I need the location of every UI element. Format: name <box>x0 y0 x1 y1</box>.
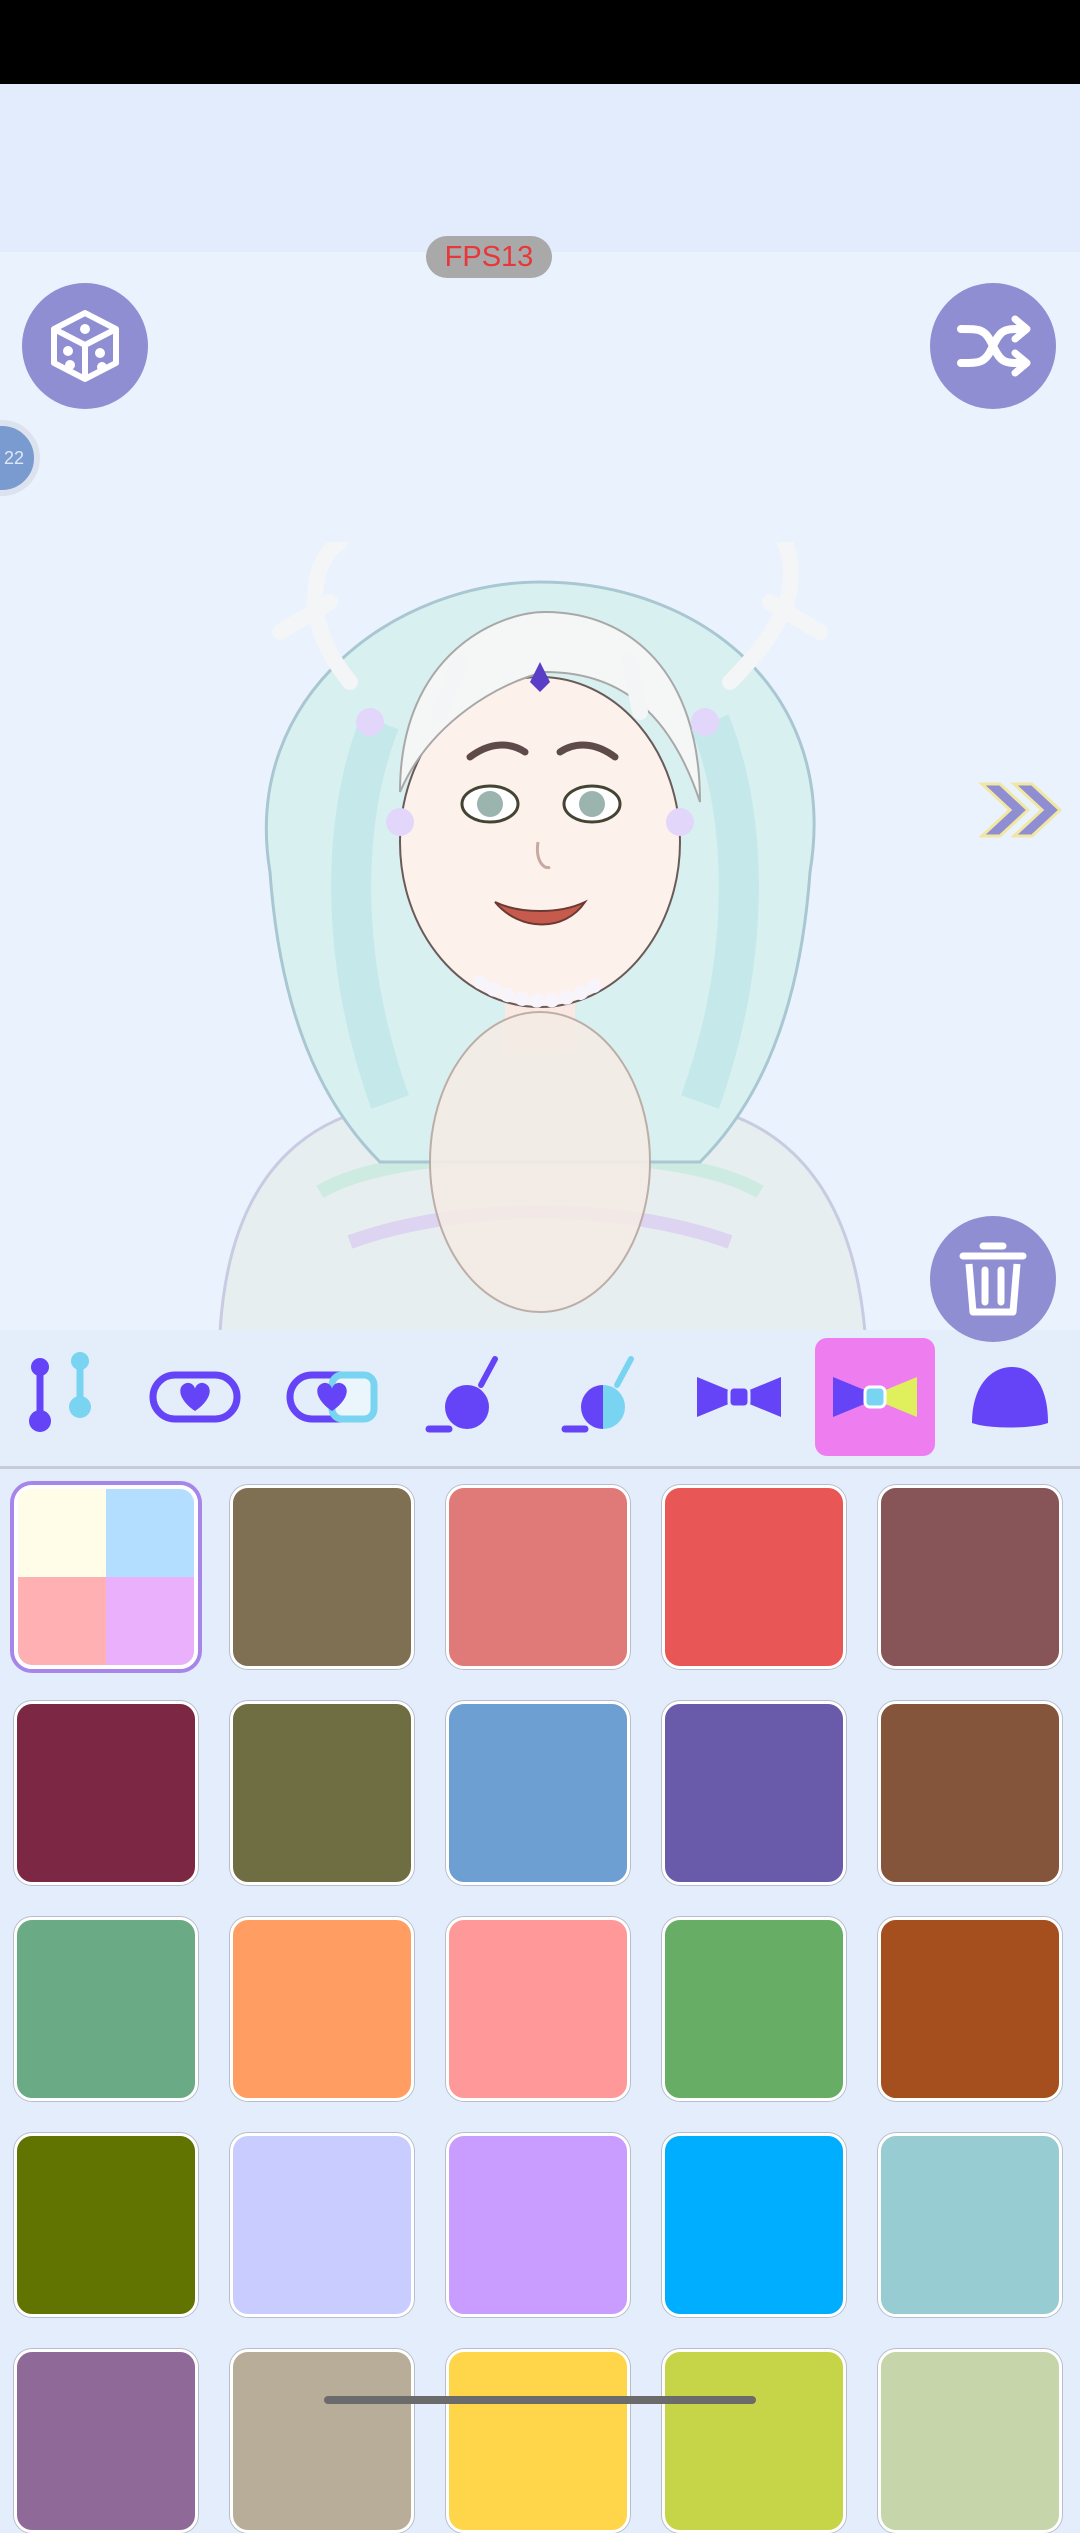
status-bar <box>0 0 1080 84</box>
tab-brush-round[interactable] <box>407 1338 527 1456</box>
next-arrow-icon[interactable] <box>976 780 1066 840</box>
color-swatch[interactable] <box>662 2133 846 2317</box>
color-swatch[interactable] <box>662 1701 846 1885</box>
heart-frame-gradient-icon <box>286 1371 378 1423</box>
color-palette <box>0 1469 1080 2533</box>
blob-icon <box>972 1367 1048 1428</box>
dice-icon <box>51 310 119 382</box>
tab-heart-frame[interactable] <box>135 1338 255 1456</box>
color-swatch[interactable] <box>878 2349 1062 2533</box>
color-swatch[interactable] <box>230 2349 414 2533</box>
fps-counter: FPS13 <box>426 236 552 278</box>
category-toolbar <box>0 1330 1080 1469</box>
home-indicator <box>324 2396 756 2404</box>
color-swatch[interactable] <box>446 2349 630 2533</box>
bow-icon <box>697 1377 781 1417</box>
tab-pin-pair[interactable] <box>0 1338 120 1456</box>
color-swatch[interactable] <box>446 2133 630 2317</box>
tab-brush-gradient[interactable] <box>543 1338 663 1456</box>
color-swatch[interactable] <box>878 1917 1062 2101</box>
color-swatch[interactable] <box>230 1917 414 2101</box>
color-swatch[interactable] <box>14 1701 198 1885</box>
color-swatch[interactable] <box>878 1701 1062 1885</box>
color-swatch[interactable] <box>230 2133 414 2317</box>
swatch-quadrant <box>18 1489 106 1577</box>
tab-bow-gradient[interactable] <box>815 1338 935 1456</box>
color-swatch[interactable] <box>446 1917 630 2101</box>
color-swatch[interactable] <box>14 2133 198 2317</box>
color-swatch[interactable] <box>230 1485 414 1669</box>
delete-button[interactable] <box>930 1216 1056 1342</box>
randomize-dice-button[interactable] <box>22 283 148 409</box>
trash-icon <box>959 1242 1027 1316</box>
swatch-quadrant <box>106 1577 194 1665</box>
color-swatch[interactable] <box>662 2349 846 2533</box>
tab-blob[interactable] <box>950 1338 1070 1456</box>
swatch-quadrant <box>18 1577 106 1665</box>
shuffle-icon <box>957 315 1031 377</box>
color-swatch[interactable] <box>662 1485 846 1669</box>
shuffle-button[interactable] <box>930 283 1056 409</box>
tab-heart-frame-gradient[interactable] <box>272 1338 392 1456</box>
heart-frame-icon <box>149 1371 241 1423</box>
color-swatch[interactable] <box>446 1485 630 1669</box>
color-swatch[interactable] <box>446 1701 630 1885</box>
color-swatch[interactable] <box>662 1917 846 2101</box>
pin-pair-icon <box>29 1352 91 1432</box>
top-banner <box>0 84 1080 252</box>
brush-gradient-icon <box>561 1356 634 1433</box>
color-swatch[interactable] <box>230 1701 414 1885</box>
brush-round-icon <box>425 1356 498 1433</box>
color-swatch[interactable] <box>14 2349 198 2533</box>
color-swatch-multi[interactable] <box>14 1485 198 1669</box>
color-swatch[interactable] <box>878 1485 1062 1669</box>
swatch-quadrant <box>106 1489 194 1577</box>
character-portrait <box>218 542 867 1330</box>
bow-gradient-icon <box>833 1377 917 1417</box>
character-stage <box>0 252 1080 1330</box>
tab-bow[interactable] <box>679 1338 799 1456</box>
color-swatch[interactable] <box>878 2133 1062 2317</box>
color-swatch[interactable] <box>14 1917 198 2101</box>
